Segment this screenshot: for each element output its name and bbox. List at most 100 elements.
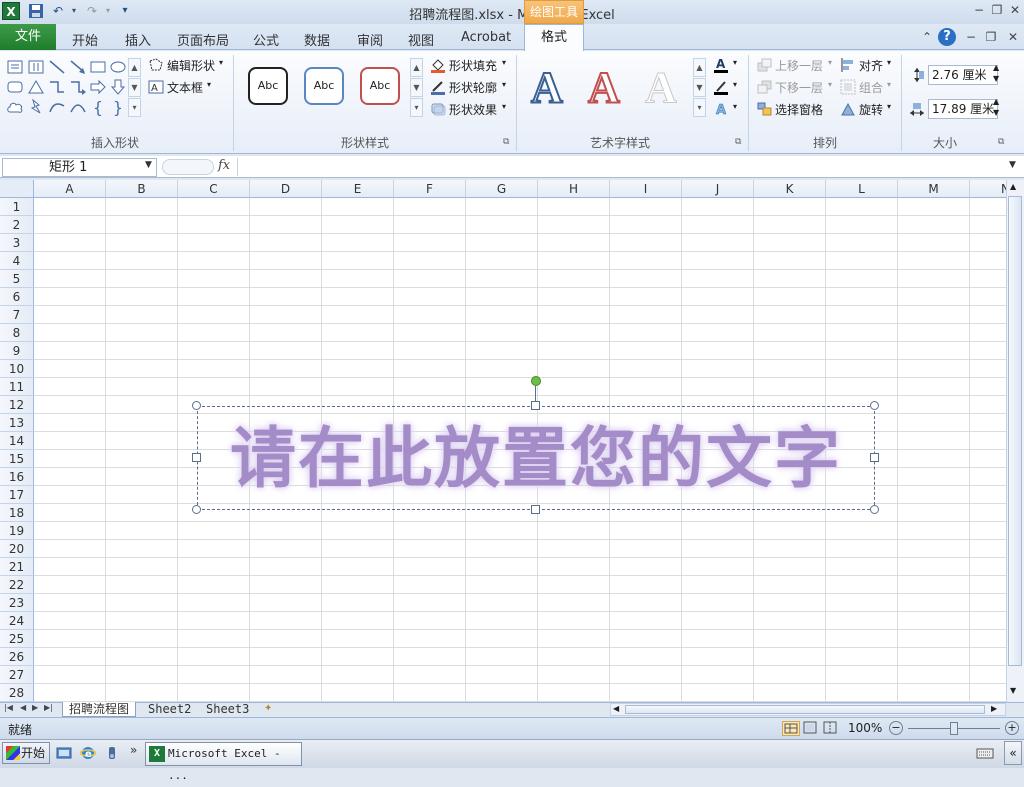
first-sheet-icon[interactable]: |◀ — [4, 703, 13, 712]
rectangle-shape-icon[interactable] — [89, 58, 107, 76]
save-icon[interactable] — [28, 3, 44, 19]
restore-icon[interactable]: ❐ — [988, 2, 1006, 18]
scroll-right-icon[interactable]: ▶ — [991, 704, 997, 713]
select-all-corner[interactable] — [0, 180, 34, 198]
row-header[interactable]: 21 — [0, 558, 34, 576]
shape-style-swatch-black[interactable]: Abc — [248, 67, 288, 105]
elbow-arrow-shape-icon[interactable] — [69, 78, 87, 96]
sheet-tab-sheet3[interactable]: Sheet3 — [200, 702, 255, 717]
excel-app-icon[interactable]: X — [2, 2, 20, 20]
normal-view-icon[interactable] — [782, 721, 800, 736]
row-header[interactable]: 1 — [0, 198, 34, 216]
shape-outline-button[interactable]: 形状轮廓 — [449, 79, 497, 96]
column-header[interactable]: A — [34, 180, 106, 198]
wordart-style-outline-red[interactable]: A — [587, 63, 621, 113]
down-arrow-shape-icon[interactable] — [109, 78, 127, 96]
column-header[interactable]: I — [610, 180, 682, 198]
wordart-scroll-up-icon[interactable]: ▲ — [693, 58, 706, 77]
tab-format[interactable]: 格式 — [524, 24, 584, 51]
tab-data[interactable]: 数据 — [304, 30, 330, 49]
right-brace-shape-icon[interactable]: } — [109, 98, 127, 117]
row-header[interactable]: 27 — [0, 666, 34, 684]
horizontal-scrollbar[interactable]: ◀ ▶ — [610, 703, 1006, 716]
row-header[interactable]: 26 — [0, 648, 34, 666]
curve-shape-icon[interactable] — [48, 98, 66, 116]
shape-effects-button[interactable]: 形状效果 — [449, 101, 497, 118]
previous-sheet-icon[interactable]: ◀ — [20, 703, 26, 712]
tab-file[interactable]: 文件 — [0, 24, 56, 50]
styles-scroll-up-icon[interactable]: ▲ — [410, 58, 423, 77]
tab-formulas[interactable]: 公式 — [253, 30, 279, 49]
send-backward-dropdown-icon[interactable]: ▾ — [828, 80, 832, 89]
row-header[interactable]: 28 — [0, 684, 34, 702]
insert-sheet-icon[interactable]: ✦ — [264, 703, 282, 716]
shape-fill-dropdown-icon[interactable]: ▾ — [502, 58, 506, 67]
row-header[interactable]: 13 — [0, 414, 34, 432]
text-fill-dropdown-icon[interactable]: ▾ — [733, 58, 737, 67]
column-header[interactable]: E — [322, 180, 394, 198]
row-header[interactable]: 22 — [0, 576, 34, 594]
edit-shape-button[interactable]: 编辑形状 — [167, 57, 215, 74]
taskbar-excel-button[interactable]: X Microsoft Excel - ... — [145, 742, 302, 782]
sheet-tab-active[interactable]: 招聘流程图 — [62, 702, 137, 717]
row-header[interactable]: 12 — [0, 396, 34, 414]
name-box[interactable]: 矩形 1 — [2, 158, 157, 177]
wordart-scroll-down-icon[interactable]: ▼ — [693, 78, 706, 97]
workbook-minimize-icon[interactable]: − — [962, 28, 980, 46]
keyboard-tray-icon[interactable] — [976, 745, 994, 761]
tab-insert[interactable]: 插入 — [125, 30, 151, 49]
arrow-line-shape-icon[interactable] — [69, 58, 87, 76]
column-header[interactable]: D — [250, 180, 322, 198]
column-header[interactable]: J — [682, 180, 754, 198]
shape-style-swatch-blue[interactable]: Abc — [304, 67, 344, 105]
column-header[interactable]: N — [970, 180, 1006, 198]
shape-effects-dropdown-icon[interactable]: ▾ — [502, 102, 506, 111]
name-box-dropdown-icon[interactable]: ▼ — [145, 160, 152, 170]
align-dropdown-icon[interactable]: ▾ — [887, 58, 891, 67]
zoom-in-icon[interactable]: + — [1005, 721, 1019, 735]
row-header[interactable]: 17 — [0, 486, 34, 504]
next-sheet-icon[interactable]: ▶ — [32, 703, 38, 712]
shapes-more-icon[interactable]: ▾ — [128, 98, 141, 117]
redo-dropdown-icon[interactable]: ▾ — [100, 3, 116, 19]
minimize-icon[interactable]: − — [970, 2, 988, 18]
column-header[interactable]: K — [754, 180, 826, 198]
scroll-down-icon[interactable]: ▼ — [1010, 686, 1016, 695]
row-header[interactable]: 3 — [0, 234, 34, 252]
page-layout-view-icon[interactable] — [802, 721, 820, 736]
column-header[interactable]: C — [178, 180, 250, 198]
arc-shape-icon[interactable] — [69, 98, 87, 116]
start-button[interactable]: 开始 — [2, 742, 50, 764]
vertical-textbox-shape-icon[interactable] — [27, 58, 45, 76]
row-header[interactable]: 15 — [0, 450, 34, 468]
row-header[interactable]: 25 — [0, 630, 34, 648]
rotate-dropdown-icon[interactable]: ▾ — [887, 102, 891, 111]
sheet-tab-sheet2[interactable]: Sheet2 — [142, 702, 197, 717]
expand-formula-bar-icon[interactable]: ▼ — [1009, 160, 1016, 170]
wordart-style-outline-blue[interactable]: A — [530, 63, 564, 113]
row-header[interactable]: 7 — [0, 306, 34, 324]
insert-function-icon[interactable]: fx — [218, 158, 230, 173]
height-spin-down-icon[interactable]: ▼ — [993, 74, 999, 83]
right-arrow-shape-icon[interactable] — [89, 78, 107, 96]
styles-scroll-down-icon[interactable]: ▼ — [410, 78, 423, 97]
column-header[interactable]: F — [394, 180, 466, 198]
triangle-shape-icon[interactable] — [27, 78, 45, 96]
oval-shape-icon[interactable] — [109, 58, 127, 76]
styles-more-icon[interactable]: ▾ — [410, 98, 423, 117]
formula-input[interactable] — [237, 158, 1007, 176]
zoom-slider-thumb[interactable] — [950, 722, 958, 735]
rotate-button[interactable]: 旋转 — [859, 101, 883, 118]
text-fill-icon[interactable]: A — [713, 57, 729, 73]
send-backward-button[interactable]: 下移一层 — [775, 79, 823, 96]
last-sheet-icon[interactable]: ▶| — [44, 703, 53, 712]
customize-qat-icon[interactable]: ▾ — [117, 3, 133, 19]
selection-pane-button[interactable]: 选择窗格 — [775, 101, 823, 118]
shapes-scroll-up-icon[interactable]: ▲ — [128, 58, 141, 77]
formula-bar-splitter[interactable] — [162, 159, 214, 175]
rounded-rectangle-shape-icon[interactable] — [6, 78, 24, 96]
column-header[interactable]: L — [826, 180, 898, 198]
group-dropdown-icon[interactable]: ▾ — [887, 80, 891, 89]
bring-forward-button[interactable]: 上移一层 — [775, 57, 823, 74]
row-header[interactable]: 16 — [0, 468, 34, 486]
